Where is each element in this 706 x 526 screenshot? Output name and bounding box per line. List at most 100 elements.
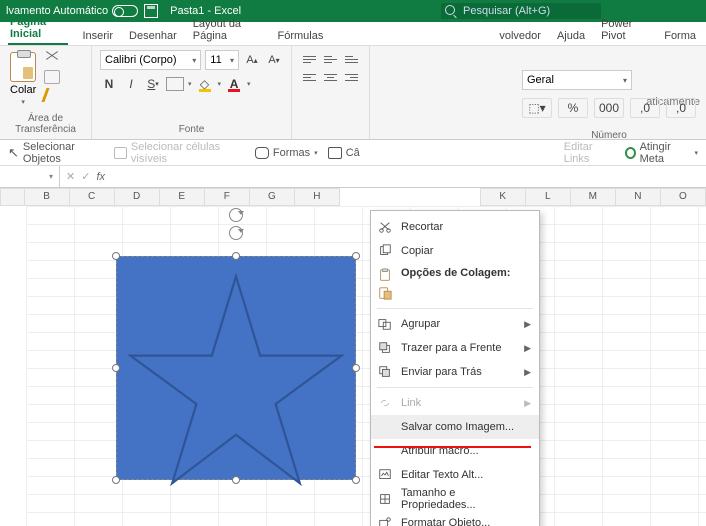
paste-icon <box>377 285 393 301</box>
camera-button[interactable]: Câ <box>328 147 360 159</box>
bold-button[interactable]: N <box>100 74 118 94</box>
col-H[interactable]: H <box>295 188 340 206</box>
col-N[interactable]: N <box>616 188 661 206</box>
fill-color-button[interactable]: ◇ <box>196 74 214 94</box>
number-format-combo[interactable]: Geral▾ <box>522 70 632 90</box>
increase-font-icon[interactable]: A▴ <box>243 50 261 70</box>
worksheet-area[interactable]: B C D E F G H K L M N O Recortar Copiar <box>0 188 706 526</box>
col-L[interactable]: L <box>526 188 571 206</box>
col-G[interactable]: G <box>250 188 295 206</box>
formula-input[interactable] <box>111 166 706 187</box>
resize-handle[interactable] <box>352 252 360 260</box>
borders-button[interactable] <box>166 77 184 91</box>
col-O[interactable]: O <box>661 188 706 206</box>
align-top-icon[interactable] <box>300 50 319 68</box>
group-clipboard: Colar ▾ Área de Transferência <box>0 46 92 139</box>
link-icon <box>377 395 393 411</box>
resize-handle[interactable] <box>232 476 240 484</box>
menu-group[interactable]: Agrupar▶ <box>371 312 539 336</box>
resize-handle[interactable] <box>112 252 120 260</box>
align-center-icon[interactable] <box>321 68 340 86</box>
decrease-font-icon[interactable]: A▾ <box>265 50 283 70</box>
group-icon <box>377 316 393 332</box>
increase-decimal-button[interactable]: ,0 <box>630 98 660 118</box>
scissors-icon <box>377 219 393 235</box>
star-shape[interactable] <box>126 272 346 470</box>
menu-bring-front[interactable]: Trazer para a Frente▶ <box>371 336 539 360</box>
rotate-handle-icon[interactable] <box>229 226 243 240</box>
search-placeholder: Pesquisar (Alt+G) <box>463 5 550 17</box>
decrease-decimal-button[interactable]: ,0 <box>666 98 696 118</box>
resize-handle[interactable] <box>352 364 360 372</box>
copy-icon[interactable] <box>44 70 60 84</box>
italic-button[interactable]: I <box>122 74 140 94</box>
col-K[interactable]: K <box>481 188 526 206</box>
group-font: Calibri (Corpo)▾ 11▾ A▴ A▾ N I S▾ ▾ ◇▾ A… <box>92 46 292 139</box>
fx-icon[interactable]: fx <box>96 171 105 183</box>
font-color-button[interactable]: A <box>225 74 243 94</box>
shapes-button[interactable]: Formas▾ <box>255 147 318 159</box>
menu-format-object[interactable]: Formatar Objeto... <box>371 511 539 526</box>
menu-cut[interactable]: Recortar <box>371 215 539 239</box>
menu-assign-macro[interactable]: Atribuir macro... <box>371 439 539 463</box>
enter-icon[interactable]: ✓ <box>81 170 90 183</box>
underline-button[interactable]: S▾ <box>144 74 162 94</box>
percent-button[interactable]: % <box>558 98 588 118</box>
tab-powerpivot[interactable]: Power Pivot <box>599 14 650 45</box>
camera-icon <box>328 147 342 159</box>
col-E[interactable]: E <box>160 188 205 206</box>
currency-button[interactable]: ⬚▾ <box>522 98 552 118</box>
col-B[interactable]: B <box>25 188 70 206</box>
selected-shape[interactable] <box>108 248 364 488</box>
tab-developer[interactable]: volvedor <box>497 26 543 45</box>
name-box[interactable]: ▾ <box>0 166 60 187</box>
align-left-icon[interactable] <box>300 68 319 86</box>
cancel-icon[interactable]: ✕ <box>66 170 75 183</box>
tab-help[interactable]: Ajuda <box>555 26 587 45</box>
menu-save-as-image[interactable]: Salvar como Imagem... <box>371 415 539 439</box>
tab-home[interactable]: Página Inicial <box>8 12 68 45</box>
align-bottom-icon[interactable] <box>342 50 361 68</box>
tab-insert[interactable]: Inserir <box>80 26 115 45</box>
ribbon-tabs: Página Inicial Inserir Desenhar Layout d… <box>0 22 706 46</box>
paste-option-button[interactable] <box>371 281 539 305</box>
menu-size-properties[interactable]: Tamanho e Propriedades... <box>371 487 539 511</box>
paste-button[interactable]: Colar ▾ <box>8 50 38 108</box>
select-objects-button[interactable]: ↖Selecionar Objetos <box>8 141 104 165</box>
cut-icon[interactable] <box>44 52 60 66</box>
font-size-combo[interactable]: 11▾ <box>205 50 239 70</box>
alt-text-icon <box>377 467 393 483</box>
cells-icon <box>114 147 127 159</box>
bring-front-icon <box>377 340 393 356</box>
tab-format[interactable]: Forma <box>662 26 698 45</box>
col-D[interactable]: D <box>115 188 160 206</box>
resize-handle[interactable] <box>352 476 360 484</box>
copy-icon <box>377 243 393 259</box>
tab-layout[interactable]: Layout da Página <box>191 14 264 45</box>
atingir-meta-button[interactable]: Atingir Meta▾ <box>625 141 698 165</box>
menu-send-back[interactable]: Enviar para Trás▶ <box>371 360 539 384</box>
target-icon <box>625 147 636 159</box>
search-box[interactable]: Pesquisar (Alt+G) <box>441 3 601 19</box>
save-icon[interactable] <box>144 4 158 18</box>
resize-handle[interactable] <box>232 252 240 260</box>
menu-link: Link▶ <box>371 391 539 415</box>
tab-formulas[interactable]: Fórmulas <box>276 26 326 45</box>
select-all-corner[interactable] <box>0 188 25 206</box>
resize-handle[interactable] <box>112 364 120 372</box>
resize-handle[interactable] <box>112 476 120 484</box>
menu-copy[interactable]: Copiar <box>371 239 539 263</box>
submenu-arrow-icon: ▶ <box>524 343 531 354</box>
tab-draw[interactable]: Desenhar <box>127 26 179 45</box>
menu-edit-alt-text[interactable]: Editar Texto Alt... <box>371 463 539 487</box>
align-middle-icon[interactable] <box>321 50 340 68</box>
font-name-combo[interactable]: Calibri (Corpo)▾ <box>100 50 201 70</box>
col-C[interactable]: C <box>70 188 115 206</box>
align-right-icon[interactable] <box>342 68 361 86</box>
thousands-button[interactable]: 000 <box>594 98 624 118</box>
col-F[interactable]: F <box>205 188 250 206</box>
rotate-handle-icon[interactable] <box>229 208 243 222</box>
format-painter-icon[interactable] <box>42 88 63 102</box>
col-M[interactable]: M <box>571 188 616 206</box>
autosave-switch-icon[interactable] <box>112 5 138 17</box>
